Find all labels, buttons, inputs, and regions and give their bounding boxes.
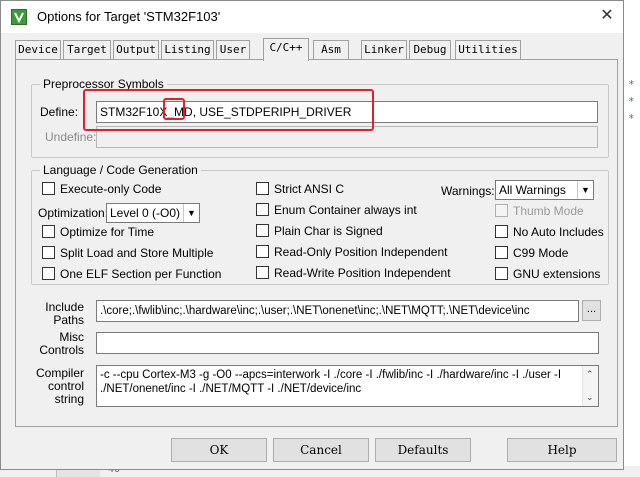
tab-c-cpp[interactable]: C/C++: [263, 38, 309, 61]
one-elf-checkbox[interactable]: [42, 267, 55, 280]
define-label: Define:: [40, 105, 79, 119]
scroll-up-icon[interactable]: ⌃: [586, 367, 594, 381]
optimization-select[interactable]: Level 0 (-O0) ▼: [106, 203, 200, 223]
include-paths-browse-button[interactable]: ...: [582, 300, 601, 321]
misc-controls-label-2: Controls: [39, 343, 84, 357]
split-load-label: Split Load and Store Multiple: [60, 246, 214, 260]
title-bar: Options for Target 'STM32F103' ✕: [1, 1, 623, 33]
optimization-value: Level 0 (-O0): [110, 206, 181, 220]
no-auto-includes-label: No Auto Includes: [513, 225, 604, 239]
rwpi-label: Read-Write Position Independent: [274, 266, 451, 280]
c99-mode-checkbox[interactable]: [495, 246, 508, 259]
warnings-value: All Warnings: [499, 183, 566, 197]
misc-controls-input[interactable]: [96, 332, 599, 354]
code-asterisk: *: [628, 78, 635, 91]
editor-background-strip: * * *: [624, 0, 640, 477]
thumb-mode-label: Thumb Mode: [513, 204, 584, 218]
split-load-checkbox[interactable]: [42, 246, 55, 259]
tab-listing[interactable]: Listing: [161, 40, 214, 60]
plain-char-checkbox[interactable]: [256, 224, 269, 237]
c99-mode-label: C99 Mode: [513, 246, 569, 260]
code-asterisk: *: [628, 95, 635, 108]
execute-only-label: Execute-only Code: [60, 182, 162, 196]
rwpi-checkbox[interactable]: [256, 266, 269, 279]
gnu-extensions-checkbox[interactable]: [495, 267, 508, 280]
gnu-extensions-label: GNU extensions: [513, 267, 601, 281]
strict-ansi-checkbox[interactable]: [256, 182, 269, 195]
no-auto-includes-checkbox[interactable]: [495, 225, 508, 238]
compiler-string-line-1: -c --cpu Cortex-M3 -g -O0 --apcs=interwo…: [100, 369, 562, 381]
tab-device[interactable]: Device: [15, 40, 61, 60]
optimization-label: Optimization:: [38, 206, 109, 220]
compiler-string-textarea[interactable]: -c --cpu Cortex-M3 -g -O0 --apcs=interwo…: [96, 365, 599, 407]
window-title: Options for Target 'STM32F103': [37, 9, 221, 24]
ropi-checkbox[interactable]: [256, 245, 269, 258]
compiler-string-label-3: string: [54, 392, 84, 406]
optimize-time-label: Optimize for Time: [60, 225, 155, 239]
tab-utilities[interactable]: Utilities: [455, 40, 521, 60]
plain-char-label: Plain Char is Signed: [274, 224, 383, 238]
close-button[interactable]: ✕: [595, 5, 619, 29]
execute-only-checkbox[interactable]: [42, 182, 55, 195]
misc-controls-label-1: Misc: [59, 330, 84, 344]
tab-user[interactable]: User: [216, 40, 250, 60]
include-paths-label-2: Paths: [53, 313, 84, 327]
tab-asm[interactable]: Asm: [313, 40, 349, 60]
tab-linker[interactable]: Linker: [361, 40, 407, 60]
thumb-mode-checkbox[interactable]: [495, 204, 508, 217]
help-button[interactable]: Help: [507, 438, 617, 462]
md-highlight-box: [163, 98, 185, 120]
include-paths-label-1: Include: [45, 300, 84, 314]
define-highlight-box: [83, 89, 374, 131]
defaults-button[interactable]: Defaults: [375, 438, 471, 462]
include-paths-input[interactable]: .\core;.\fwlib\inc;.\hardware\inc;.\user…: [96, 300, 579, 322]
one-elf-label: One ELF Section per Function: [60, 267, 222, 281]
compiler-string-scrollbar[interactable]: ⌃ ⌄: [582, 366, 598, 406]
enum-container-checkbox[interactable]: [256, 203, 269, 216]
warnings-label: Warnings:: [441, 184, 495, 198]
scroll-down-icon[interactable]: ⌄: [586, 390, 594, 404]
undefine-label: Undefine:: [45, 130, 97, 144]
compiler-string-line-2: ./NET/onenet/inc -I ./NET/MQTT -I ./NET/…: [100, 383, 362, 395]
options-dialog: Options for Target 'STM32F103' ✕ Device …: [0, 0, 624, 470]
tab-output[interactable]: Output: [113, 40, 159, 60]
warnings-select[interactable]: All Warnings ▼: [495, 180, 594, 200]
strict-ansi-label: Strict ANSI C: [274, 182, 345, 196]
chevron-down-icon: ▼: [183, 204, 199, 222]
code-asterisk: *: [628, 112, 635, 125]
language-group-title: Language / Code Generation: [40, 163, 201, 177]
tab-debug[interactable]: Debug: [409, 40, 451, 60]
compiler-string-label-1: Compiler: [35, 366, 84, 380]
keil-uvision-icon: [11, 9, 27, 25]
compiler-string-label-2: control: [47, 379, 84, 393]
enum-container-label: Enum Container always int: [274, 203, 417, 217]
ok-button[interactable]: OK: [171, 438, 267, 462]
optimize-time-checkbox[interactable]: [42, 225, 55, 238]
tab-target[interactable]: Target: [63, 40, 111, 60]
ropi-label: Read-Only Position Independent: [274, 245, 448, 259]
chevron-down-icon: ▼: [577, 181, 593, 199]
cancel-button[interactable]: Cancel: [273, 438, 369, 462]
